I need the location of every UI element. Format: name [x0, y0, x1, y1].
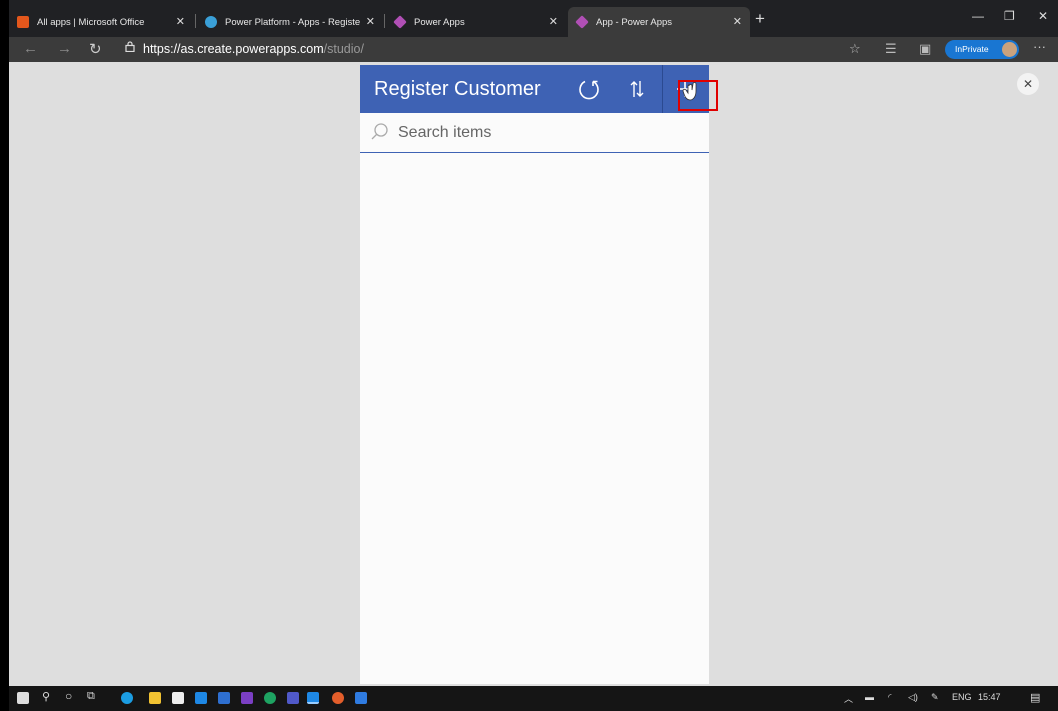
- tab-power-apps[interactable]: Power Apps ✕: [386, 7, 566, 37]
- app-icon[interactable]: [355, 692, 367, 704]
- favorite-star-icon[interactable]: ☆: [849, 41, 861, 57]
- power-apps-icon: [393, 15, 407, 29]
- back-icon[interactable]: ←: [23, 40, 38, 57]
- collections-icon[interactable]: ▣: [919, 41, 931, 57]
- new-tab-button[interactable]: +: [755, 9, 765, 29]
- url-path: /studio/: [323, 42, 364, 56]
- sort-button[interactable]: [624, 65, 650, 113]
- sort-icon: [630, 81, 644, 97]
- chevron-up-icon[interactable]: ︿: [844, 692, 853, 705]
- close-preview-icon[interactable]: ✕: [1017, 73, 1039, 95]
- tab-title: Power Apps: [414, 16, 465, 28]
- tab-title: Power Platform - Apps - Registe: [225, 16, 361, 28]
- store-icon[interactable]: [172, 692, 184, 704]
- app-header: Register Customer: [360, 65, 709, 113]
- search-icon[interactable]: ⚲: [42, 690, 50, 703]
- url-field[interactable]: https://as.create.powerapps.com/studio/: [143, 42, 364, 56]
- mail-icon[interactable]: [195, 692, 207, 704]
- battery-icon[interactable]: ▬: [865, 692, 874, 702]
- cortana-icon[interactable]: ○: [65, 689, 72, 703]
- task-view-icon[interactable]: ⧉: [87, 690, 95, 703]
- address-bar: ← → ↻ https://as.create.powerapps.com/st…: [9, 37, 1058, 62]
- close-icon[interactable]: ✕: [176, 15, 185, 28]
- edge-icon[interactable]: [121, 692, 133, 704]
- inprivate-label: InPrivate: [955, 44, 989, 54]
- tab-divider: [384, 14, 385, 28]
- teams-icon[interactable]: [287, 692, 299, 704]
- power-apps-icon: [575, 15, 589, 29]
- powerpoint-icon[interactable]: [332, 692, 344, 704]
- file-explorer-icon[interactable]: [149, 692, 161, 704]
- refresh-icon[interactable]: ↻: [89, 40, 102, 58]
- forward-icon[interactable]: →: [57, 40, 72, 57]
- app-screen: Register Customer Search items: [360, 65, 718, 684]
- app-title: Register Customer: [374, 78, 541, 100]
- minimize-icon[interactable]: —: [972, 9, 984, 23]
- network-icon[interactable]: ◜: [888, 692, 892, 703]
- notifications-icon[interactable]: ▤: [1030, 691, 1040, 704]
- onenote-icon[interactable]: [241, 692, 253, 704]
- power-platform-icon: [205, 16, 217, 28]
- pen-icon[interactable]: ✎: [931, 692, 939, 703]
- tab-all-apps[interactable]: All apps | Microsoft Office ✕: [9, 7, 193, 37]
- start-icon[interactable]: [17, 692, 29, 704]
- tab-app-power-apps[interactable]: App - Power Apps ✕: [568, 7, 750, 37]
- header-divider: [662, 65, 663, 113]
- tab-title: All apps | Microsoft Office: [37, 16, 145, 28]
- clock[interactable]: 15:47: [978, 692, 1001, 702]
- inprivate-badge[interactable]: InPrivate: [945, 40, 1019, 59]
- refresh-icon: [579, 80, 599, 100]
- restore-icon[interactable]: ❐: [1004, 9, 1015, 23]
- search-icon: [371, 123, 388, 140]
- studio-preview-area: ✕ Register Customer Search items: [9, 62, 1058, 686]
- tab-strip: All apps | Microsoft Office ✕ Power Plat…: [9, 0, 1058, 37]
- url-main: https://as.create.powerapps.com: [143, 42, 324, 56]
- browser-window: All apps | Microsoft Office ✕ Power Plat…: [9, 0, 1058, 711]
- refresh-button[interactable]: [572, 65, 606, 113]
- browser-app-icon[interactable]: [307, 692, 319, 704]
- office-icon: [17, 16, 29, 28]
- language-indicator[interactable]: ENG: [952, 692, 972, 702]
- chat-icon[interactable]: [264, 692, 276, 704]
- close-icon[interactable]: ✕: [549, 15, 558, 28]
- tab-title: App - Power Apps: [596, 16, 673, 28]
- tab-power-platform[interactable]: Power Platform - Apps - Registe ✕: [197, 7, 383, 37]
- annotation-highlight-box: [678, 80, 718, 111]
- favorites-list-icon[interactable]: ☰: [885, 41, 897, 57]
- tab-divider: [195, 14, 196, 28]
- windows-taskbar: ⚲ ○ ⧉ ︿ ▬ ◜ ◁) ✎ ENG 15:47 ▤: [9, 686, 1058, 711]
- volume-icon[interactable]: ◁): [908, 692, 918, 703]
- outlook-icon[interactable]: [218, 692, 230, 704]
- search-box[interactable]: Search items: [360, 113, 709, 153]
- close-icon[interactable]: ✕: [733, 15, 742, 28]
- close-icon[interactable]: ✕: [366, 15, 375, 28]
- search-input[interactable]: Search items: [398, 124, 491, 142]
- window-close-icon[interactable]: ✕: [1038, 9, 1048, 23]
- more-options-icon[interactable]: ···: [1033, 39, 1046, 54]
- lock-icon: [125, 41, 135, 52]
- profile-avatar: [1002, 42, 1017, 57]
